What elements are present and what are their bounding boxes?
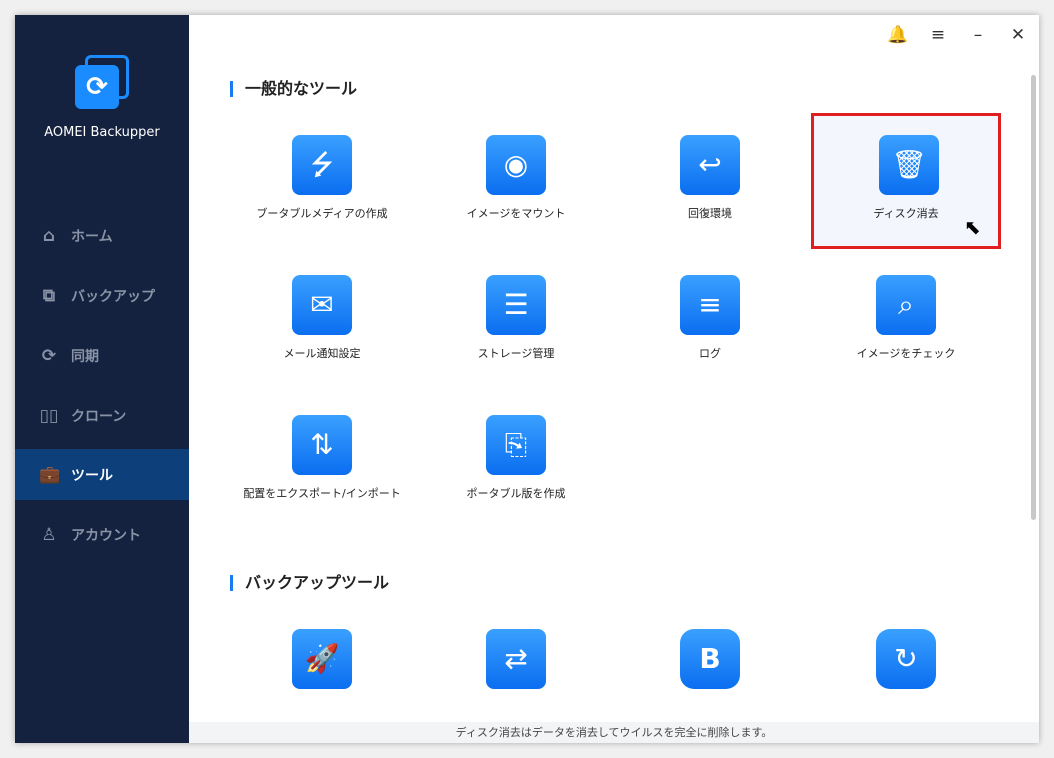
home-icon: ⌂ [42, 225, 56, 246]
disk-wipe-icon: 🗑 [879, 135, 939, 195]
cbackup-icon: B [680, 629, 740, 689]
tool-storage-management[interactable]: ☰ ストレージ管理 [421, 253, 611, 389]
nav-label: アカウント [71, 527, 141, 544]
status-bar: ディスク消去はデータを消去してウイルスを完全に削除します。 [189, 722, 1039, 743]
mount-image-icon: ◉ [486, 135, 546, 195]
tool-mount-image[interactable]: ◉ イメージをマウント [421, 113, 611, 249]
tool-log[interactable]: ≡ ログ [615, 253, 805, 389]
tool-email-notification[interactable]: ✉ メール通知設定 [227, 253, 417, 389]
tools-icon: 💼 [39, 464, 61, 485]
section-common-tools: 一般的なツール [230, 81, 357, 97]
sidebar: ⟳ AOMEI Backupper ⌂ ホーム ⧉ バックアップ ⟳ 同期 ▯▯ クロー… [15, 15, 189, 743]
nav-sync[interactable]: ⟳ 同期 [15, 330, 189, 381]
backup-icon: ⧉ [42, 285, 56, 306]
tool-label: 配置をエクスポート/インポート [243, 487, 401, 500]
tool-label: ブータブルメディアの作成 [256, 207, 388, 220]
phone-sync-icon: ↻ [876, 629, 936, 689]
nav-label: クローン [71, 408, 127, 425]
export-import-icon: ⇅ [292, 415, 352, 475]
tool-label: ポータブル版を作成 [466, 487, 566, 500]
rocket-laptop-icon: 🚀 [292, 629, 352, 689]
nav-label: ツール [71, 467, 113, 484]
tool-label: ストレージ管理 [477, 347, 555, 360]
main-panel: 🔔 ≡ – ✕ 一般的なツール ⭍ ブータブルメディアの作成 ◉ イメージをマウント… [189, 15, 1039, 743]
tool-label: イメージをチェック [856, 347, 956, 360]
app-logo: ⟳ [73, 55, 131, 113]
nav-label: 同期 [71, 348, 99, 365]
portable-icon: ⎘ [486, 415, 546, 475]
tool-portable-version[interactable]: ⎘ ポータブル版を作成 [421, 393, 611, 529]
usb-icon: ⭍ [292, 135, 352, 195]
tool-label: ログ [699, 347, 721, 360]
menu-icon[interactable]: ≡ [926, 25, 950, 45]
tool-label: メール通知設定 [283, 347, 361, 360]
tool-check-image[interactable]: ⌕ イメージをチェック [811, 253, 1001, 389]
scrollbar[interactable] [1031, 75, 1036, 520]
close-icon[interactable]: ✕ [1006, 25, 1030, 45]
app-window: ⟳ AOMEI Backupper ⌂ ホーム ⧉ バックアップ ⟳ 同期 ▯▯ クロー… [15, 15, 1039, 743]
log-icon: ≡ [680, 275, 740, 335]
nav-label: ホーム [71, 228, 113, 245]
nav-label: バックアップ [71, 288, 155, 305]
check-image-icon: ⌕ [876, 275, 936, 335]
account-icon: ♙ [41, 524, 57, 545]
tool-recovery-env[interactable]: ↩ 回復環境 [615, 113, 805, 249]
bell-icon[interactable]: 🔔 [886, 25, 910, 45]
nav-account[interactable]: ♙ アカウント [15, 509, 189, 560]
tool-export-import-config[interactable]: ⇅ 配置をエクスポート/インポート [227, 393, 417, 529]
transfer-icon: ⇄ [486, 629, 546, 689]
nav-clone[interactable]: ▯▯ クローン [15, 390, 189, 441]
nav-home[interactable]: ⌂ ホーム [15, 210, 189, 261]
nav-tools[interactable]: 💼 ツール [15, 449, 189, 500]
tool-bootable-media[interactable]: ⭍ ブータブルメディアの作成 [227, 113, 417, 249]
mail-gear-icon: ✉ [292, 275, 352, 335]
storage-icon: ☰ [486, 275, 546, 335]
clone-icon: ▯▯ [39, 405, 59, 426]
tool-label: 回復環境 [688, 207, 732, 220]
tool-label: イメージをマウント [466, 207, 566, 220]
mouse-cursor-icon: ⬉ [964, 215, 981, 239]
sync-icon: ⟳ [41, 345, 57, 366]
recovery-monitor-icon: ↩ [680, 135, 740, 195]
section-backup-tools: バックアップツール [230, 575, 389, 591]
app-name: AOMEI Backupper [44, 125, 160, 140]
nav-backup[interactable]: ⧉ バックアップ [15, 270, 189, 321]
minimize-icon[interactable]: – [966, 25, 990, 45]
